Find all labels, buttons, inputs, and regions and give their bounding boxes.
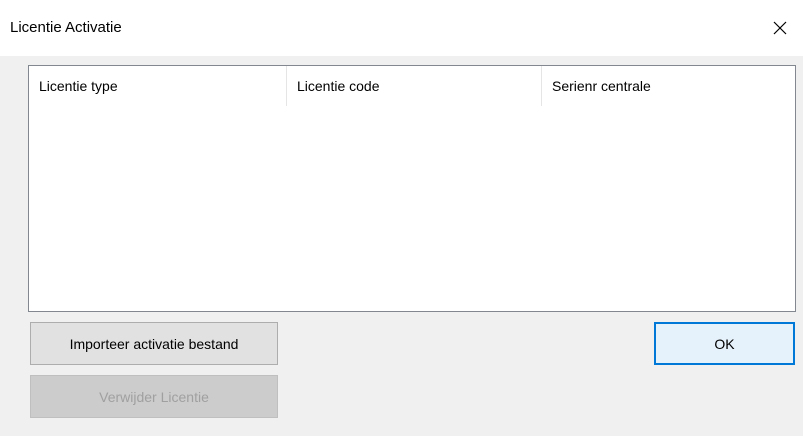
- column-header-license-type[interactable]: Licentie type: [29, 66, 287, 106]
- column-header-license-code[interactable]: Licentie code: [287, 66, 542, 106]
- column-header-serial-number[interactable]: Serienr centrale: [542, 66, 795, 106]
- import-activation-file-button[interactable]: Importeer activatie bestand: [30, 322, 278, 365]
- close-icon: [773, 21, 787, 35]
- list-header: Licentie type Licentie code Serienr cent…: [29, 66, 795, 106]
- close-button[interactable]: [757, 0, 803, 56]
- ok-button[interactable]: OK: [654, 322, 795, 365]
- title-bar: Licentie Activatie: [0, 0, 803, 56]
- license-activation-dialog: Licentie Activatie Licentie type Licenti…: [0, 0, 803, 436]
- license-list[interactable]: Licentie type Licentie code Serienr cent…: [28, 65, 796, 312]
- window-title: Licentie Activatie: [10, 19, 122, 36]
- delete-license-button[interactable]: Verwijder Licentie: [30, 375, 278, 418]
